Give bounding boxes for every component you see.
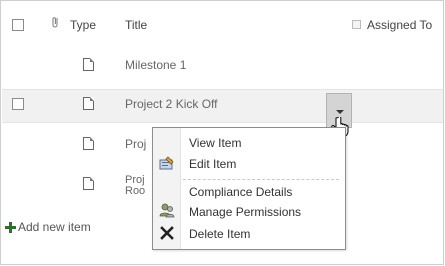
row-title-project-2-kick-off[interactable]: Project 2 Kick Off [125,97,217,111]
document-icon [83,97,94,110]
document-icon [83,177,94,190]
document-icon [83,137,94,150]
type-column-header[interactable]: Type [70,18,96,32]
row-checkbox[interactable] [12,98,24,110]
select-all-checkbox[interactable] [12,19,24,31]
edit-icon [159,155,175,171]
assigned-to-column-header[interactable]: Assigned To [367,18,432,32]
menu-separator [183,179,339,180]
row-title-proj[interactable]: Proj [125,137,146,151]
menu-item-edit-item[interactable]: Edit Item [189,157,236,171]
menu-item-manage-permissions[interactable]: Manage Permissions [189,205,301,219]
menu-item-compliance-details[interactable]: Compliance Details [189,185,292,199]
table-row-selected[interactable] [2,89,443,123]
attachment-icon[interactable] [52,16,59,32]
add-new-item-link[interactable]: Add new item [18,220,91,234]
assigned-to-icon [352,20,361,29]
row-title-milestone-1[interactable]: Milestone 1 [125,58,186,72]
permissions-icon [159,202,175,218]
row-title-proj-roo[interactable]: Proj Roo [125,175,145,197]
chevron-down-icon [336,110,344,114]
add-icon[interactable] [5,222,16,236]
item-context-menu: View Item Edit Item Compliance Details M… [152,127,346,250]
menu-item-view-item[interactable]: View Item [189,136,241,150]
title-column-header[interactable]: Title [125,18,147,32]
list-view: Type Title Assigned To Milestone 1 Proje… [0,0,444,265]
row-title-line2: Roo [125,185,146,197]
document-icon [83,58,94,71]
menu-item-delete-item[interactable]: Delete Item [189,227,250,241]
delete-x-icon [159,225,175,241]
